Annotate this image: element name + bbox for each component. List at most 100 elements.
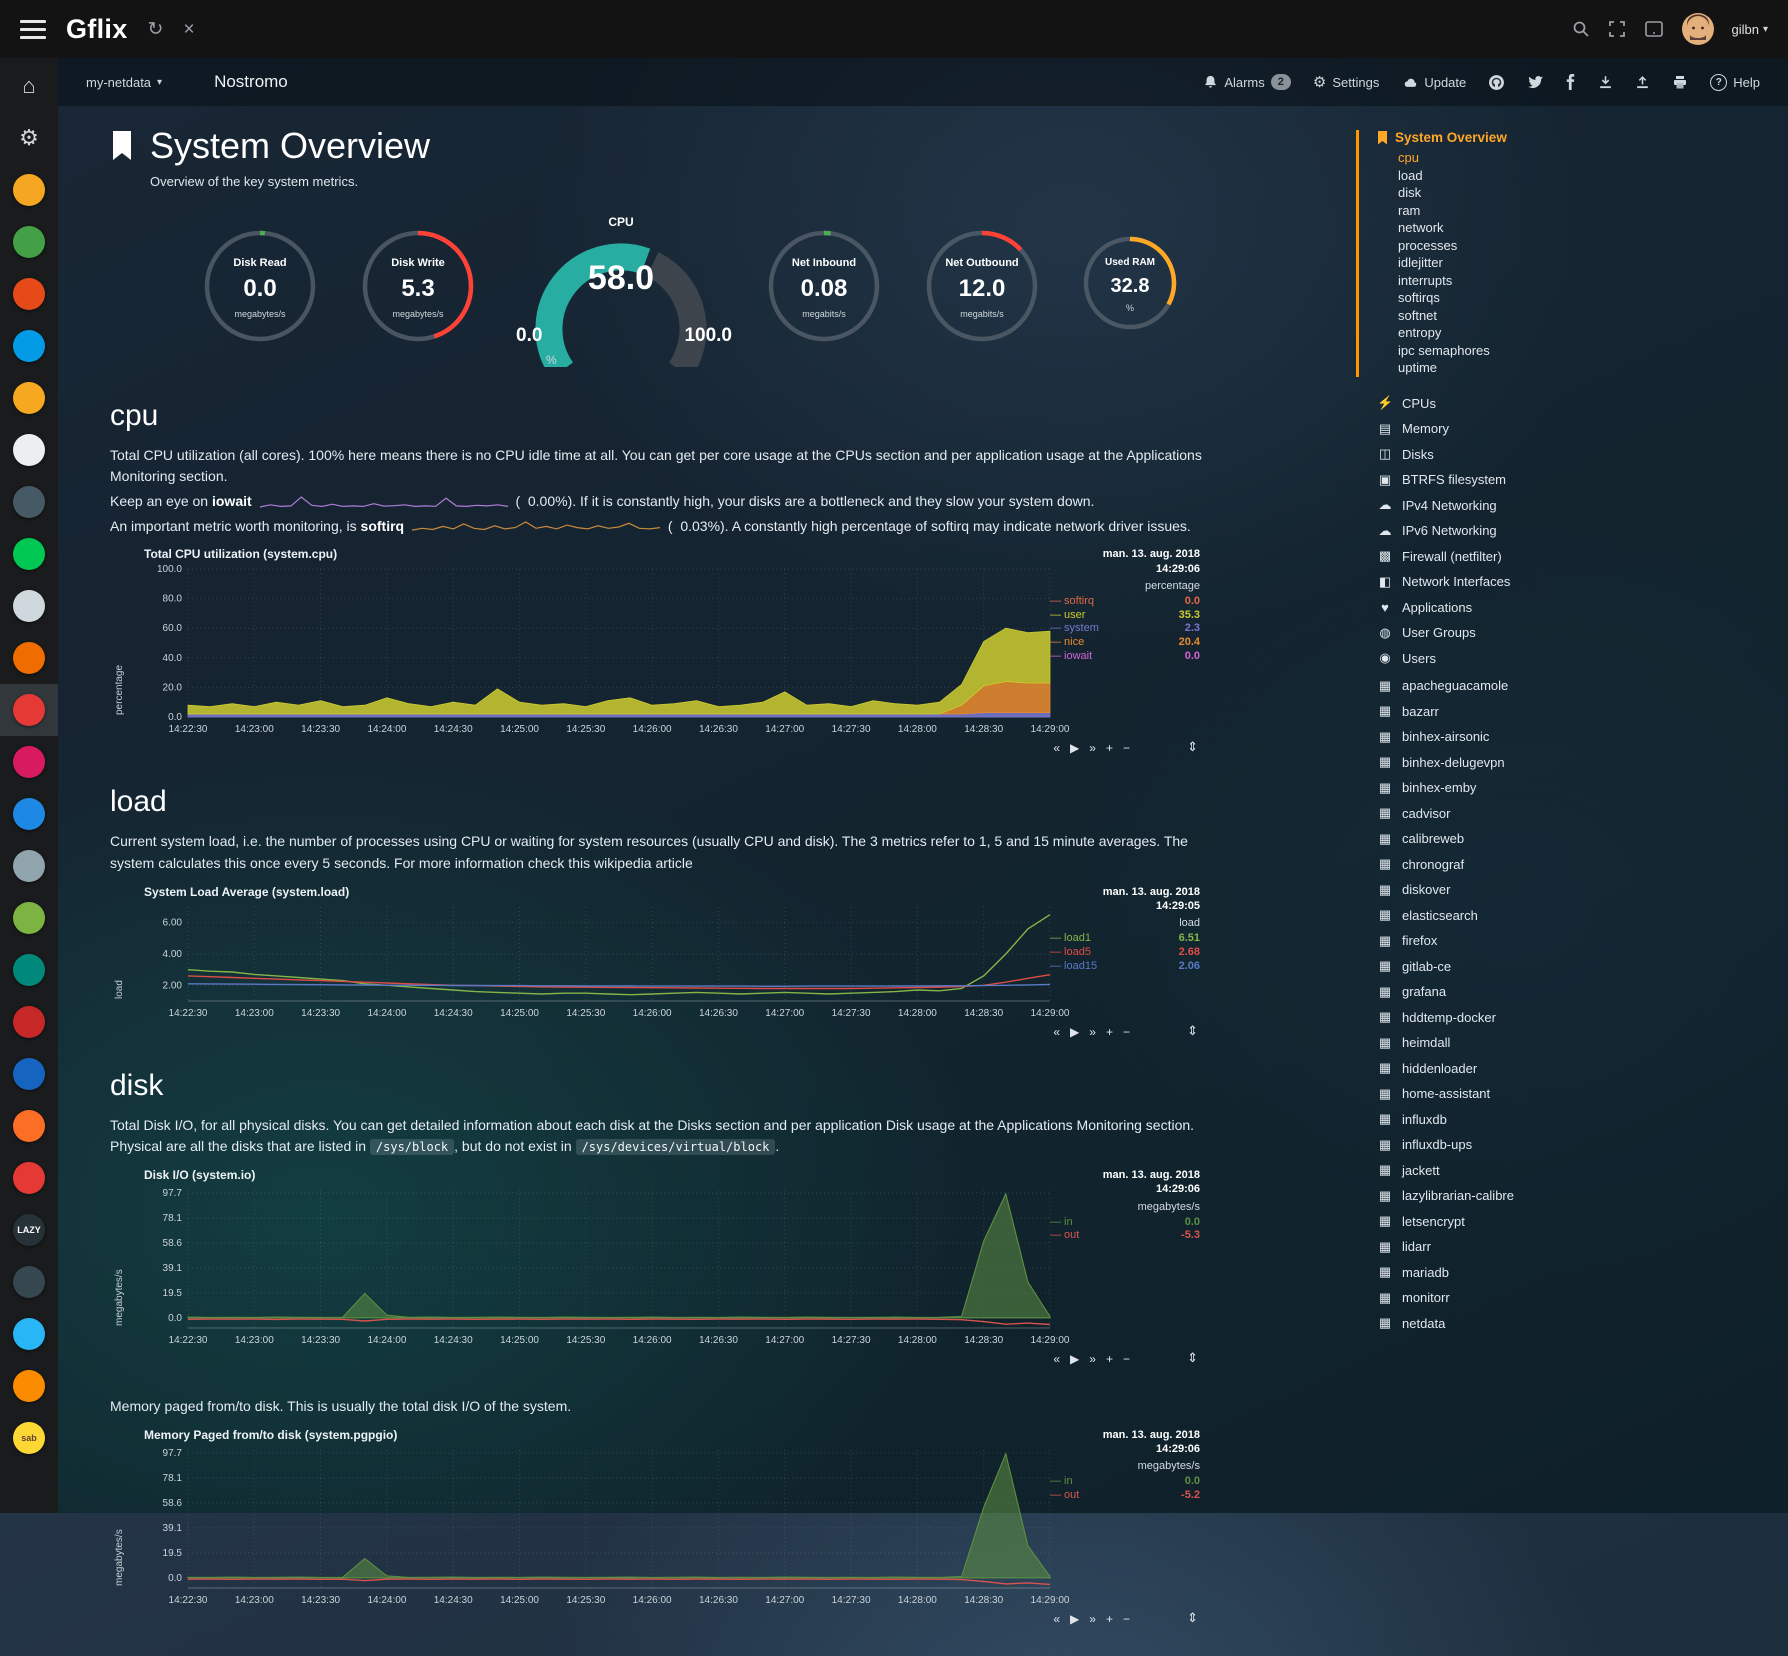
sidebar-app-u-gray-icon[interactable] bbox=[0, 840, 58, 892]
sidebar-app-scissors-icon[interactable] bbox=[0, 580, 58, 632]
chart-system-cpu[interactable]: Total CPU utilization (system.cpu) perce… bbox=[110, 547, 1200, 755]
sidebar-app-teal-circle-icon[interactable] bbox=[0, 944, 58, 996]
legend-entry-iowait[interactable]: — iowait0.0 bbox=[1050, 650, 1200, 664]
alarms-button[interactable]: Alarms 2 bbox=[1203, 74, 1291, 90]
pan-backward-icon[interactable]: « bbox=[1053, 741, 1060, 755]
zoom-in-icon[interactable]: + bbox=[1106, 741, 1113, 755]
legend-entry-out[interactable]: — out-5.2 bbox=[1050, 1489, 1200, 1503]
help-button[interactable]: ? Help bbox=[1710, 74, 1760, 91]
nav-app-hddtemp-docker[interactable]: ▦hddtemp-docker bbox=[1377, 1005, 1778, 1031]
nav-app-jackett[interactable]: ▦jackett bbox=[1377, 1158, 1778, 1184]
sidebar-app-shield-red-icon[interactable] bbox=[0, 684, 58, 736]
sidebar-app-circle-dark-icon[interactable] bbox=[0, 1256, 58, 1308]
nav-app-binhex-emby[interactable]: ▦binhex-emby bbox=[1377, 775, 1778, 801]
legend-entry-load15[interactable]: — load152.06 bbox=[1050, 960, 1200, 974]
gauge-disk-write[interactable]: Disk Write 5.3 megabytes/s bbox=[352, 217, 484, 369]
sidebar-app-search-icon[interactable] bbox=[0, 372, 58, 424]
resize-handle-icon[interactable]: ⇕ bbox=[1187, 1350, 1198, 1366]
nav-app-hiddenloader[interactable]: ▦hiddenloader bbox=[1377, 1056, 1778, 1082]
avatar[interactable] bbox=[1682, 13, 1714, 45]
play-icon[interactable]: ▶ bbox=[1070, 1352, 1079, 1366]
sidebar-app-orange2-icon[interactable] bbox=[0, 1360, 58, 1412]
chart-canvas[interactable]: 14:22:3014:23:0014:23:3014:24:0014:24:30… bbox=[144, 1184, 1200, 1350]
sidebar-app-nextcloud-icon[interactable] bbox=[0, 788, 58, 840]
sidebar-app-tile-blue-icon[interactable] bbox=[0, 1048, 58, 1100]
nav-app-elasticsearch[interactable]: ▦elasticsearch bbox=[1377, 903, 1778, 929]
iowait-sparkline[interactable] bbox=[259, 495, 509, 509]
pan-forward-icon[interactable]: » bbox=[1089, 1025, 1096, 1039]
nav-app-influxdb-ups[interactable]: ▦influxdb-ups bbox=[1377, 1132, 1778, 1158]
sidebar-app-gitlab-icon[interactable] bbox=[0, 1100, 58, 1152]
nav-section-btrfs-filesystem[interactable]: ▣BTRFS filesystem bbox=[1377, 467, 1778, 493]
zoom-in-icon[interactable]: + bbox=[1106, 1352, 1113, 1366]
nav-section-user-groups[interactable]: ◍User Groups bbox=[1377, 620, 1778, 646]
fullscreen-icon[interactable] bbox=[1608, 20, 1626, 38]
nav-section-applications[interactable]: ♥Applications bbox=[1377, 595, 1778, 621]
sidebar-app-lazy-icon[interactable]: LAZY bbox=[0, 1204, 58, 1256]
zoom-in-icon[interactable]: + bbox=[1106, 1612, 1113, 1626]
gauge-disk-read[interactable]: Disk Read 0.0 megabytes/s bbox=[194, 217, 326, 369]
pan-forward-icon[interactable]: » bbox=[1089, 1352, 1096, 1366]
print-icon[interactable] bbox=[1672, 75, 1688, 90]
nav-app-monitorr[interactable]: ▦monitorr bbox=[1377, 1285, 1778, 1311]
resize-handle-icon[interactable]: ⇕ bbox=[1187, 739, 1198, 755]
device-icon[interactable] bbox=[1644, 20, 1664, 38]
nav-item-ipc-semaphores[interactable]: ipc semaphores bbox=[1398, 342, 1778, 360]
github-icon[interactable] bbox=[1488, 74, 1505, 91]
chart-canvas[interactable]: 14:22:3014:23:0014:23:3014:24:0014:24:30… bbox=[144, 563, 1200, 739]
play-icon[interactable]: ▶ bbox=[1070, 1612, 1079, 1626]
pan-backward-icon[interactable]: « bbox=[1053, 1612, 1060, 1626]
zoom-in-icon[interactable]: + bbox=[1106, 1025, 1113, 1039]
nav-item-uptime[interactable]: uptime bbox=[1398, 359, 1778, 377]
gauge-cpu[interactable]: CPU 58.0 0.0 100.0 % bbox=[510, 215, 732, 371]
sidebar-app-stack-icon[interactable] bbox=[0, 268, 58, 320]
nav-item-idlejitter[interactable]: idlejitter bbox=[1398, 254, 1778, 272]
nav-app-grafana[interactable]: ▦grafana bbox=[1377, 979, 1778, 1005]
nav-app-calibreweb[interactable]: ▦calibreweb bbox=[1377, 826, 1778, 852]
chart-canvas[interactable]: 14:22:3014:23:0014:23:3014:24:0014:24:30… bbox=[144, 901, 1200, 1023]
gauge-used-ram[interactable]: Used RAM 32.8 % bbox=[1074, 223, 1186, 363]
legend-entry-system[interactable]: — system2.3 bbox=[1050, 622, 1200, 636]
sidebar-app-white-round-icon[interactable] bbox=[0, 424, 58, 476]
nav-app-cadvisor[interactable]: ▦cadvisor bbox=[1377, 801, 1778, 827]
nav-item-interrupts[interactable]: interrupts bbox=[1398, 272, 1778, 290]
sidebar-app-arrow-red-icon[interactable] bbox=[0, 1152, 58, 1204]
nav-section-system-overview[interactable]: System Overview bbox=[1377, 130, 1778, 145]
nav-app-netdata[interactable]: ▦netdata bbox=[1377, 1311, 1778, 1337]
nav-section-firewall-netfilter-[interactable]: ▩Firewall (netfilter) bbox=[1377, 544, 1778, 570]
settings-button[interactable]: ⚙ Settings bbox=[1313, 73, 1379, 91]
sidebar-app-gear-orange-icon[interactable] bbox=[0, 632, 58, 684]
pan-forward-icon[interactable]: » bbox=[1089, 1612, 1096, 1626]
resize-handle-icon[interactable]: ⇕ bbox=[1187, 1023, 1198, 1039]
nav-section-ipv6-networking[interactable]: ☁IPv6 Networking bbox=[1377, 518, 1778, 544]
sidebar-settings-icon[interactable]: ⚙ bbox=[0, 112, 58, 164]
nav-app-letsencrypt[interactable]: ▦letsencrypt bbox=[1377, 1209, 1778, 1235]
legend-entry-nice[interactable]: — nice20.4 bbox=[1050, 636, 1200, 650]
pan-forward-icon[interactable]: » bbox=[1089, 741, 1096, 755]
legend-entry-in[interactable]: — in0.0 bbox=[1050, 1475, 1200, 1489]
nav-app-chronograf[interactable]: ▦chronograf bbox=[1377, 852, 1778, 878]
nav-app-influxdb[interactable]: ▦influxdb bbox=[1377, 1107, 1778, 1133]
download-icon[interactable] bbox=[1598, 75, 1613, 90]
nav-app-apacheguacamole[interactable]: ▦apacheguacamole bbox=[1377, 673, 1778, 699]
pan-backward-icon[interactable]: « bbox=[1053, 1352, 1060, 1366]
sidebar-app-dark-round-icon[interactable] bbox=[0, 476, 58, 528]
nav-item-cpu[interactable]: cpu bbox=[1398, 149, 1778, 167]
twitter-icon[interactable] bbox=[1527, 75, 1544, 90]
nav-section-ipv4-networking[interactable]: ☁IPv4 Networking bbox=[1377, 493, 1778, 519]
sidebar-app-equalizer-icon[interactable] bbox=[0, 996, 58, 1048]
zoom-out-icon[interactable]: − bbox=[1123, 1612, 1130, 1626]
nav-app-lazylibrarian-calibre[interactable]: ▦lazylibrarian-calibre bbox=[1377, 1183, 1778, 1209]
sidebar-app-u-green-icon[interactable] bbox=[0, 892, 58, 944]
refresh-icon[interactable]: ↻ bbox=[148, 20, 164, 39]
sidebar-app-soundwave-icon[interactable] bbox=[0, 320, 58, 372]
legend-entry-load5[interactable]: — load52.68 bbox=[1050, 946, 1200, 960]
nav-app-firefox[interactable]: ▦firefox bbox=[1377, 928, 1778, 954]
chart-system-io[interactable]: Disk I/O (system.io) megabytes/s man. 13… bbox=[110, 1168, 1200, 1366]
play-icon[interactable]: ▶ bbox=[1070, 741, 1079, 755]
sidebar-app-drop-blue-icon[interactable] bbox=[0, 1308, 58, 1360]
sidebar-app-bolt-green-icon[interactable] bbox=[0, 528, 58, 580]
nav-app-bazarr[interactable]: ▦bazarr bbox=[1377, 699, 1778, 725]
zoom-out-icon[interactable]: − bbox=[1123, 741, 1130, 755]
softirq-sparkline[interactable] bbox=[411, 520, 661, 534]
